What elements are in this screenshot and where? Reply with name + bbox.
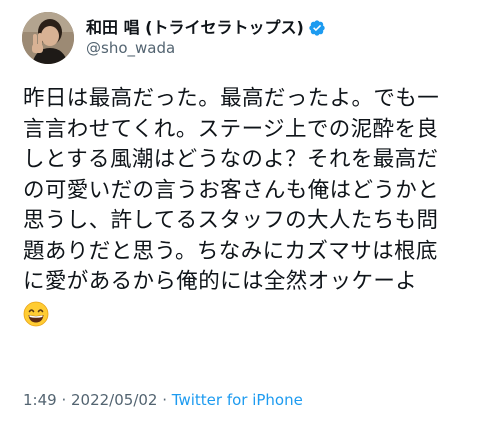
tweet-text-line: 題ありだと思う。ちなみにカズマサは根底 (23, 238, 438, 264)
display-name-row[interactable]: 和田 唱 (トライセラトップス) (86, 18, 326, 38)
user-names: 和田 唱 (トライセラトップス) @sho_wada (86, 18, 326, 58)
tweet-text-line: しとする風潮はどうなのよ？それを最高だ (23, 147, 439, 172)
tweet-text-line: の可愛いだの言うお客さんも俺はどうかと (23, 177, 440, 203)
tweet-time[interactable]: 1:49 (23, 391, 57, 409)
display-name[interactable]: 和田 唱 (トライセラトップス) (86, 18, 304, 38)
meta-separator: · (157, 391, 172, 409)
tweet-text-line: 言言わせてくれ。ステージ上での泥酔を良 (23, 116, 439, 142)
tweet-text-line: に愛があるから俺的には全然オッケーよ (23, 269, 418, 294)
tweet-date[interactable]: 2022/05/02 (71, 391, 157, 409)
tweet-meta: 1:49 · 2022/05/02 · Twitter for iPhone (23, 389, 303, 411)
tweet-card: 和田 唱 (トライセラトップス) @sho_wada 昨日は最高だった。最高だっ… (0, 0, 480, 422)
meta-separator: · (56, 391, 71, 409)
tweet-header: 和田 唱 (トライセラトップス) @sho_wada (22, 12, 326, 64)
tweet-text-line: 思うし、許してるスタッフの大人たちも問 (23, 208, 439, 233)
tweet-text-line: 昨日は最高だった。最高だったよ。でも一 (23, 86, 440, 111)
avatar[interactable] (22, 12, 74, 64)
user-handle[interactable]: @sho_wada (86, 38, 326, 58)
tweet-source-link[interactable]: Twitter for iPhone (172, 391, 303, 409)
grinning-face-emoji-icon (23, 301, 49, 327)
verified-badge-icon (308, 19, 326, 37)
tweet-text-line-emoji (23, 298, 463, 329)
tweet-text: 昨日は最高だった。最高だったよ。でも一 言言わせてくれ。ステージ上での泥酔を良 … (23, 84, 463, 328)
